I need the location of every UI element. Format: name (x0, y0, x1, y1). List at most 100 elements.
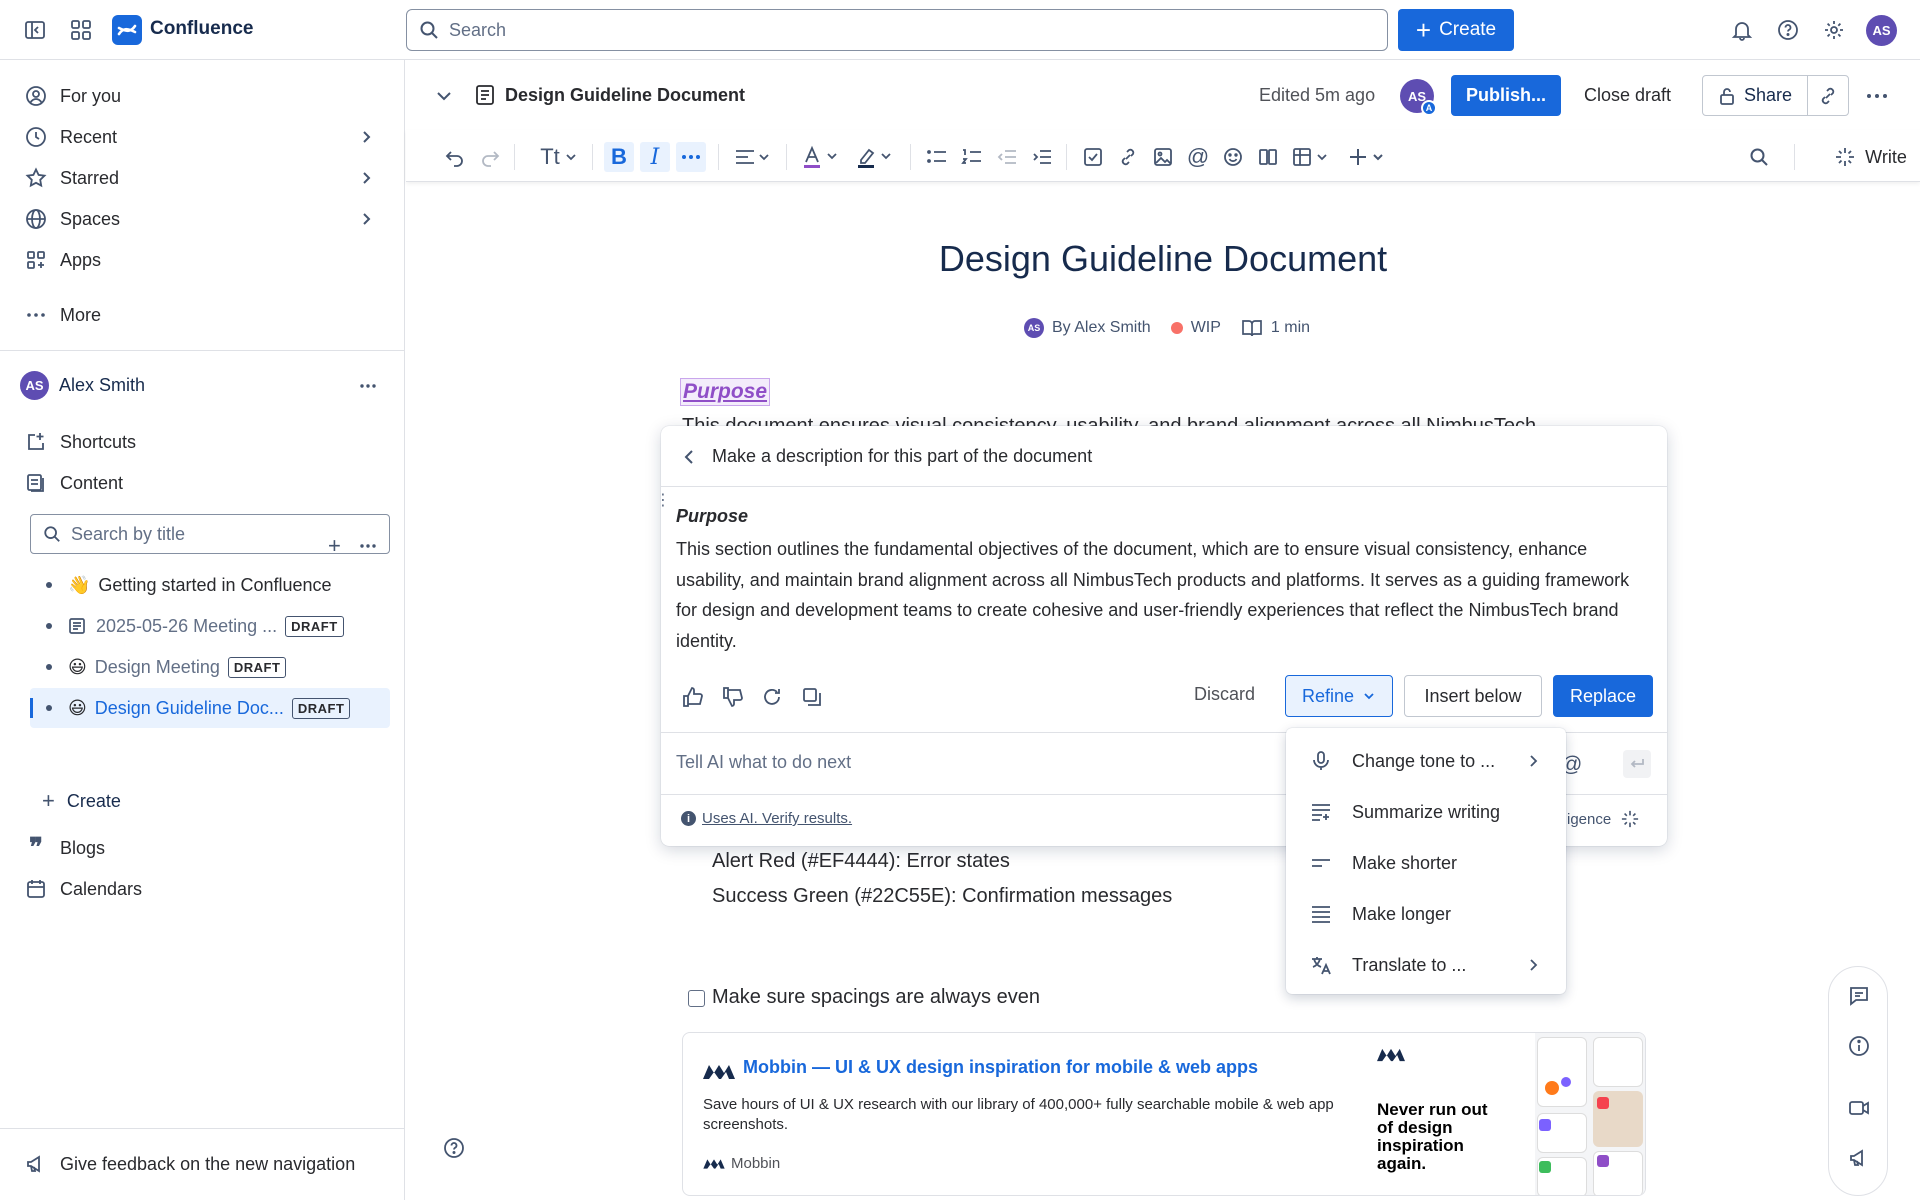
tree-item-design-guideline[interactable]: 😃 Design Guideline Doc... DRAFT (30, 689, 390, 727)
video-icon[interactable] (1848, 1097, 1870, 1119)
space-owner-row[interactable]: AS Alex Smith (20, 371, 145, 400)
settings-gear-icon[interactable] (1822, 18, 1846, 42)
app-switcher-icon[interactable] (69, 18, 93, 42)
feedback-link[interactable]: Give feedback on the new navigation (24, 1146, 384, 1182)
link-icon[interactable] (1115, 144, 1141, 170)
sidebar-item-label: Shortcuts (60, 431, 137, 452)
menu-item-change-tone[interactable]: Change tone to ... (1286, 736, 1566, 786)
create-button[interactable]: + Create (1398, 9, 1514, 51)
chevron-right-icon[interactable] (358, 211, 374, 227)
ai-disclaimer[interactable]: i Uses AI. Verify results. (681, 810, 852, 827)
announcement-icon[interactable] (1848, 1147, 1870, 1169)
link-card-title[interactable]: Mobbin — UI & UX design inspiration for … (743, 1057, 1258, 1078)
sidebar-item-apps[interactable]: Apps (24, 242, 384, 278)
smiley-icon: 😃 (68, 656, 87, 678)
write-ai-button[interactable]: Write (1826, 144, 1916, 170)
space-more-icon[interactable] (358, 376, 378, 396)
sidebar-search-input[interactable]: Search by title (30, 514, 390, 554)
emoji-icon[interactable] (1220, 144, 1246, 170)
sidebar-item-label: Calendars (60, 878, 143, 899)
menu-item-summarize[interactable]: Summarize writing (1286, 787, 1566, 837)
tree-item-design-meeting[interactable]: 😃 Design Meeting DRAFT (30, 648, 390, 686)
publish-button[interactable]: Publish... (1451, 75, 1561, 116)
more-formatting-icon[interactable] (676, 142, 706, 172)
layout-columns-icon[interactable] (1255, 144, 1281, 170)
table-dropdown-icon[interactable] (1290, 144, 1334, 170)
collapse-chevron-icon[interactable] (434, 86, 454, 106)
find-search-icon[interactable] (1746, 144, 1772, 170)
menu-item-make-shorter[interactable]: Make shorter (1286, 838, 1566, 888)
info-icon[interactable] (1848, 1035, 1870, 1057)
text-style-dropdown[interactable]: Tt (534, 144, 584, 170)
status-label[interactable]: WIP (1191, 319, 1221, 337)
close-draft-button[interactable]: Close draft (1584, 85, 1671, 106)
sidebar-item-starred[interactable]: Starred (24, 160, 384, 196)
sidebar-item-more[interactable]: More (24, 297, 384, 333)
thumbs-down-icon[interactable] (721, 686, 743, 708)
doc-more-icon[interactable] (1866, 86, 1888, 106)
image-icon[interactable] (1150, 144, 1176, 170)
chevron-right-icon[interactable] (358, 170, 374, 186)
sidebar-item-for-you[interactable]: For you (24, 78, 384, 114)
refine-dropdown-button[interactable]: Refine (1285, 675, 1393, 717)
ai-next-input[interactable]: Tell AI what to do next (676, 752, 851, 773)
text-color-icon[interactable] (800, 144, 844, 170)
doc-breadcrumb-title[interactable]: Design Guideline Document (505, 85, 745, 106)
document-title[interactable]: Design Guideline Document (406, 238, 1920, 280)
task-checkbox-icon[interactable] (1080, 144, 1106, 170)
italic-icon[interactable]: I (640, 142, 670, 172)
back-chevron-icon[interactable] (681, 448, 699, 466)
insert-below-button[interactable]: Insert below (1404, 675, 1542, 717)
drag-handle-icon[interactable]: ⋮ (655, 493, 671, 509)
global-search-input[interactable]: Search (406, 9, 1388, 51)
help-icon[interactable] (1776, 18, 1800, 42)
user-avatar[interactable]: AS (1866, 15, 1897, 46)
sidebar-toggle-icon[interactable] (23, 18, 47, 42)
sidebar-item-content[interactable]: Content (24, 465, 384, 501)
purpose-heading-selected[interactable]: Purpose (680, 378, 771, 406)
undo-icon[interactable] (442, 144, 468, 170)
chevron-right-icon[interactable] (358, 129, 374, 145)
sidebar-item-spaces[interactable]: Spaces (24, 201, 384, 237)
author-name[interactable]: By Alex Smith (1052, 319, 1151, 337)
menu-item-translate[interactable]: Translate to ... (1286, 940, 1566, 990)
confluence-logo-icon[interactable] (112, 15, 142, 45)
align-dropdown-icon[interactable] (730, 144, 774, 170)
notifications-bell-icon[interactable] (1730, 18, 1754, 42)
replace-button[interactable]: Replace (1553, 675, 1653, 717)
numbered-list-icon[interactable] (959, 144, 985, 170)
outdent-icon[interactable] (994, 144, 1020, 170)
sidebar-item-calendars[interactable]: Calendars (24, 871, 384, 907)
create-label: Create (1439, 19, 1497, 40)
ai-sparkle-icon (1622, 810, 1639, 828)
thumbs-up-icon[interactable] (681, 686, 703, 708)
bullet-list-icon[interactable] (924, 144, 950, 170)
bold-icon[interactable]: B (604, 142, 634, 172)
sidebar-item-recent[interactable]: Recent (24, 119, 384, 155)
highlight-icon[interactable] (854, 144, 898, 170)
insert-plus-dropdown-icon[interactable] (1346, 144, 1390, 170)
tree-item-getting-started[interactable]: 👋 Getting started in Confluence (30, 566, 390, 604)
task-label[interactable]: Make sure spacings are always even (712, 986, 1040, 1009)
regenerate-icon[interactable] (761, 686, 783, 708)
color-line-alert[interactable]: Alert Red (#EF4444): Error states (712, 850, 1010, 873)
submit-enter-icon[interactable] (1623, 750, 1651, 778)
sidebar-item-blogs[interactable]: ❞ Blogs (24, 830, 384, 866)
smart-link-card[interactable]: Mobbin — UI & UX design inspiration for … (682, 1032, 1646, 1196)
share-button[interactable]: Share (1702, 75, 1808, 116)
mention-icon[interactable]: @ (1185, 144, 1211, 170)
editor-help-icon[interactable] (443, 1137, 465, 1159)
app-name[interactable]: Confluence (150, 18, 253, 40)
copy-icon[interactable] (801, 686, 823, 708)
task-checkbox[interactable] (688, 990, 705, 1007)
comments-icon[interactable] (1848, 985, 1870, 1007)
color-line-success[interactable]: Success Green (#22C55E): Confirmation me… (712, 885, 1172, 908)
redo-icon[interactable] (477, 144, 503, 170)
tree-create-button[interactable]: + Create (42, 788, 121, 814)
menu-item-make-longer[interactable]: Make longer (1286, 889, 1566, 939)
tree-item-meeting[interactable]: 2025-05-26 Meeting ... DRAFT (30, 607, 390, 645)
sidebar-item-shortcuts[interactable]: Shortcuts (24, 424, 384, 460)
indent-icon[interactable] (1029, 144, 1055, 170)
discard-button[interactable]: Discard (1194, 684, 1255, 705)
copy-link-icon[interactable] (1807, 75, 1849, 116)
